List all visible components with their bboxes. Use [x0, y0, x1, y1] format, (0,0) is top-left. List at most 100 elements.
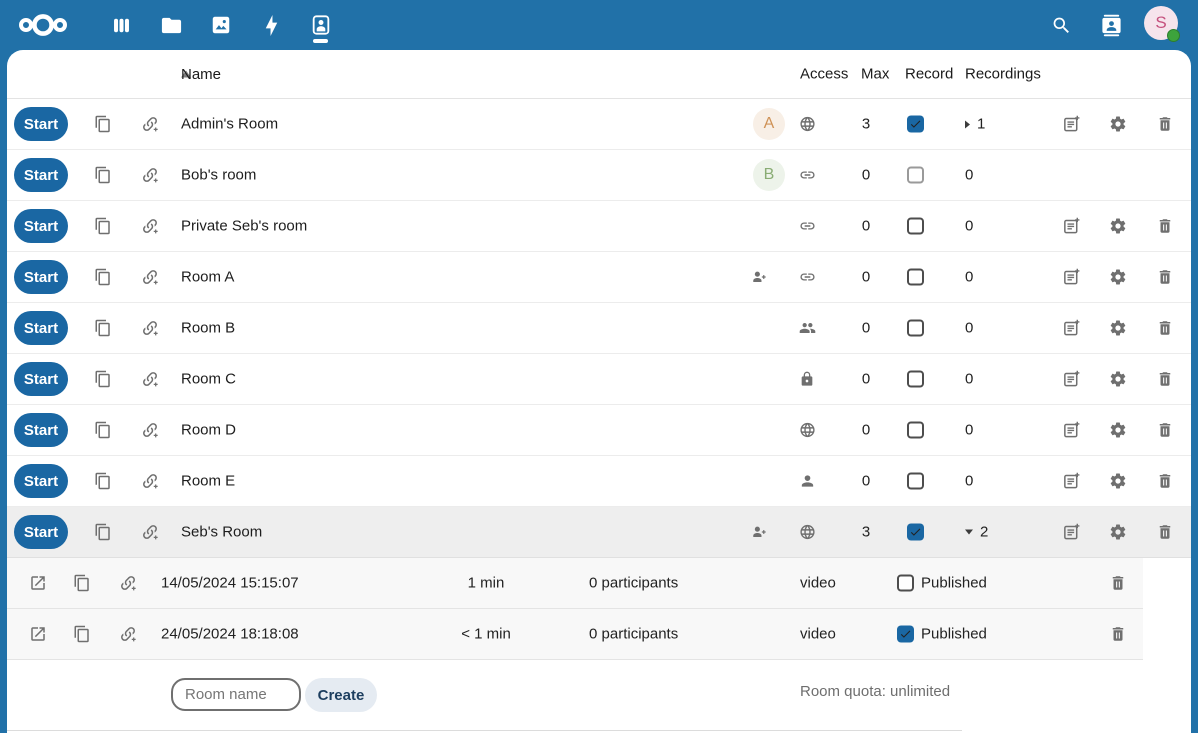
start-room-button[interactable]: Start	[14, 515, 68, 549]
delete-room-trash-icon[interactable]	[1156, 370, 1174, 388]
room-row-room-d: Start Room D 0 0	[7, 405, 1191, 456]
max-participants-value: 0	[841, 422, 891, 439]
published-checkbox[interactable]	[897, 626, 914, 643]
contacts-icon[interactable]	[1099, 3, 1123, 47]
edit-room-icon[interactable]	[1062, 217, 1081, 236]
copy-recording-link-icon[interactable]	[73, 574, 91, 592]
room-quota-text: Room quota: unlimited	[800, 683, 950, 700]
open-recording-external-icon[interactable]	[29, 574, 47, 592]
delete-room-trash-icon[interactable]	[1156, 472, 1174, 490]
delete-room-trash-icon[interactable]	[1156, 319, 1174, 337]
link-plus-icon[interactable]	[141, 370, 159, 388]
nextcloud-logo[interactable]	[18, 11, 68, 39]
app-activity-lightning-icon[interactable]	[249, 3, 293, 47]
recordings-toggle[interactable]: 2	[965, 524, 988, 541]
start-room-button[interactable]: Start	[14, 158, 68, 192]
record-checkbox[interactable]	[907, 320, 924, 337]
record-checkbox[interactable]	[907, 422, 924, 439]
open-recording-external-icon[interactable]	[29, 625, 47, 643]
delete-room-trash-icon[interactable]	[1156, 523, 1174, 541]
link-plus-icon[interactable]	[141, 166, 159, 184]
copy-room-link-icon[interactable]	[94, 268, 112, 286]
expanded-triangle-icon	[965, 530, 973, 535]
start-room-button[interactable]: Start	[14, 464, 68, 498]
edit-room-icon[interactable]	[1062, 370, 1081, 389]
column-header-record[interactable]: Record	[905, 66, 953, 83]
start-room-button[interactable]: Start	[14, 413, 68, 447]
recording-length: 1 min	[436, 575, 536, 592]
recordings-count: 0	[965, 167, 973, 184]
record-checkbox[interactable]	[907, 167, 924, 184]
delete-room-trash-icon[interactable]	[1156, 268, 1174, 286]
record-checkbox[interactable]	[907, 473, 924, 490]
link-plus-icon[interactable]	[141, 115, 159, 133]
copy-room-link-icon[interactable]	[94, 472, 112, 490]
link-plus-icon[interactable]	[141, 319, 159, 337]
record-checkbox[interactable]	[907, 116, 924, 133]
link-plus-icon[interactable]	[141, 268, 159, 286]
delete-recording-trash-icon[interactable]	[1109, 574, 1127, 592]
avatar: B	[753, 159, 785, 191]
column-header-name[interactable]: Name	[181, 71, 191, 78]
room-settings-gear-icon[interactable]	[1109, 472, 1127, 490]
link-plus-icon[interactable]	[141, 472, 159, 490]
link-plus-icon[interactable]	[141, 421, 159, 439]
account-plus-icon	[751, 524, 768, 541]
room-settings-gear-icon[interactable]	[1109, 217, 1127, 235]
avatar[interactable]: S	[1144, 6, 1178, 40]
room-name: Room E	[181, 473, 235, 490]
record-checkbox[interactable]	[907, 269, 924, 286]
edit-room-icon[interactable]	[1062, 115, 1081, 134]
copy-room-link-icon[interactable]	[94, 166, 112, 184]
link-plus-icon[interactable]	[119, 625, 137, 643]
link-plus-icon[interactable]	[119, 574, 137, 592]
app-dashboard-icon[interactable]	[99, 3, 143, 47]
column-header-recordings[interactable]: Recordings	[965, 66, 1041, 83]
edit-room-icon[interactable]	[1062, 268, 1081, 287]
delete-room-trash-icon[interactable]	[1156, 217, 1174, 235]
copy-room-link-icon[interactable]	[94, 421, 112, 439]
edit-room-icon[interactable]	[1062, 421, 1081, 440]
app-window: S Name Access Max Record Recordings Star…	[0, 0, 1198, 733]
room-settings-gear-icon[interactable]	[1109, 268, 1127, 286]
start-room-button[interactable]: Start	[14, 260, 68, 294]
delete-room-trash-icon[interactable]	[1156, 115, 1174, 133]
create-room-button[interactable]: Create	[305, 678, 377, 712]
room-settings-gear-icon[interactable]	[1109, 523, 1127, 541]
room-settings-gear-icon[interactable]	[1109, 421, 1127, 439]
avatar-initial: S	[1155, 13, 1166, 33]
record-checkbox[interactable]	[907, 218, 924, 235]
room-settings-gear-icon[interactable]	[1109, 370, 1127, 388]
search-icon[interactable]	[1050, 3, 1072, 47]
start-room-button[interactable]: Start	[14, 311, 68, 345]
copy-recording-link-icon[interactable]	[73, 625, 91, 643]
app-photos-icon[interactable]	[199, 3, 243, 47]
room-name: Bob's room	[181, 167, 256, 184]
published-checkbox[interactable]	[897, 575, 914, 592]
record-checkbox[interactable]	[907, 524, 924, 541]
copy-room-link-icon[interactable]	[94, 217, 112, 235]
link-plus-icon[interactable]	[141, 217, 159, 235]
delete-recording-trash-icon[interactable]	[1109, 625, 1127, 643]
copy-room-link-icon[interactable]	[94, 370, 112, 388]
recordings-toggle[interactable]: 1	[965, 116, 985, 133]
app-files-folder-icon[interactable]	[149, 3, 193, 47]
edit-room-icon[interactable]	[1062, 472, 1081, 491]
column-header-access[interactable]: Access	[800, 66, 848, 83]
link-plus-icon[interactable]	[141, 523, 159, 541]
column-header-max[interactable]: Max	[861, 66, 889, 83]
room-settings-gear-icon[interactable]	[1109, 319, 1127, 337]
room-name: Room D	[181, 422, 236, 439]
copy-room-link-icon[interactable]	[94, 319, 112, 337]
start-room-button[interactable]: Start	[14, 362, 68, 396]
copy-room-link-icon[interactable]	[94, 523, 112, 541]
edit-room-icon[interactable]	[1062, 319, 1081, 338]
record-checkbox[interactable]	[907, 371, 924, 388]
start-room-button[interactable]: Start	[14, 107, 68, 141]
copy-room-link-icon[interactable]	[94, 115, 112, 133]
delete-room-trash-icon[interactable]	[1156, 421, 1174, 439]
room-settings-gear-icon[interactable]	[1109, 115, 1127, 133]
room-name-input[interactable]	[171, 678, 301, 711]
start-room-button[interactable]: Start	[14, 209, 68, 243]
edit-room-icon[interactable]	[1062, 523, 1081, 542]
